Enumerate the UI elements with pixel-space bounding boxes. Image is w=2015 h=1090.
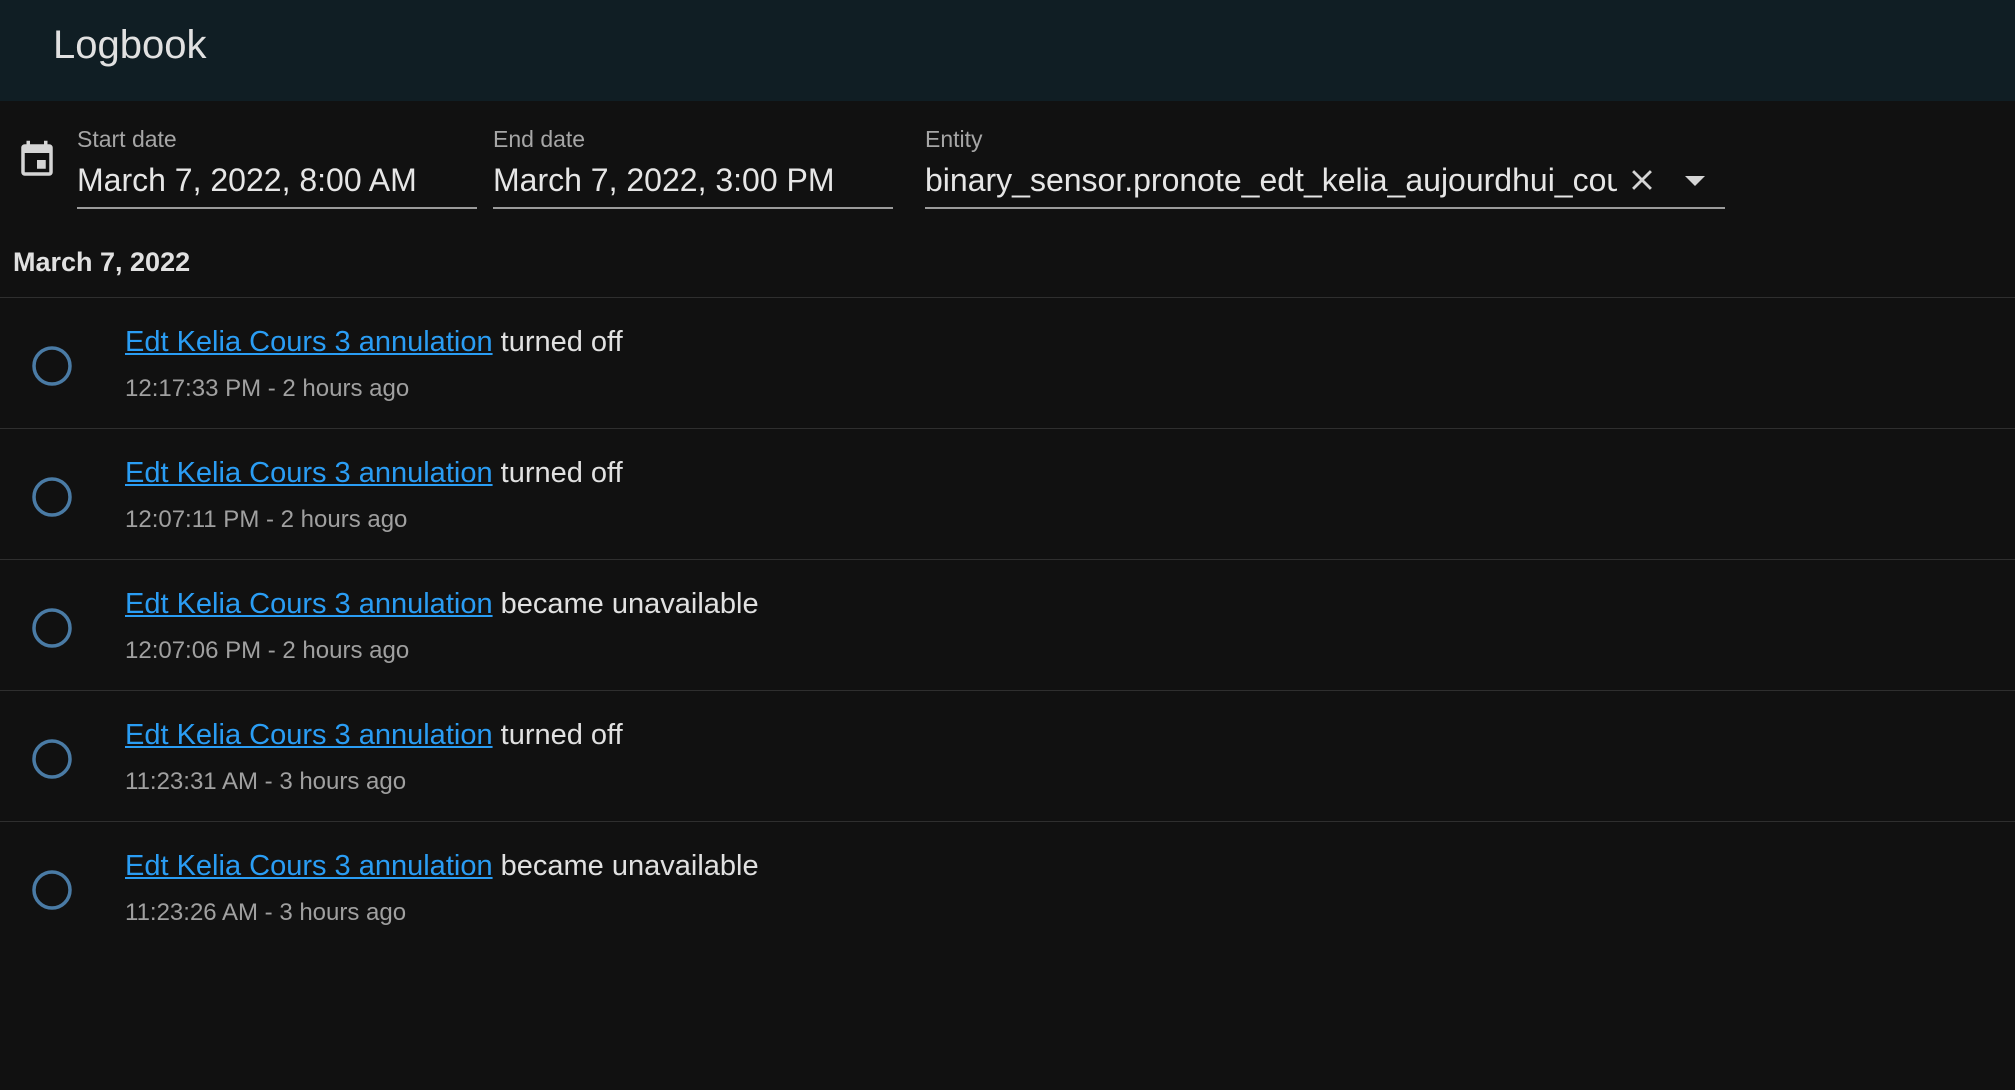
entry-action: became unavailable [500,588,759,620]
logbook-page: Logbook Start date March 7, 2022, 8:00 A… [0,0,2015,1090]
end-date-value[interactable]: March 7, 2022, 3:00 PM [493,160,835,200]
entity-link[interactable]: Edt Kelia Cours 3 annulation [125,719,493,751]
entry-action: became unavailable [500,850,759,882]
entity-link[interactable]: Edt Kelia Cours 3 annulation [125,457,493,489]
logbook-entry: Edt Kelia Cours 3 annulation became unav… [0,821,2015,952]
entry-action: turned off [500,719,623,751]
entity-input[interactable]: binary_sensor.pronote_edt_kelia_aujourdh… [925,160,1617,200]
start-date-label: Start date [77,126,177,152]
entity-label: Entity [925,126,983,152]
entry-time: 11:23:26 AM - 3 hours ago [125,899,407,926]
entry-time: 11:23:31 AM - 3 hours ago [125,768,407,795]
circle-outline-icon [32,608,72,648]
circle-outline-icon [32,346,72,386]
entity-link[interactable]: Edt Kelia Cours 3 annulation [125,850,493,882]
logbook-entry: Edt Kelia Cours 3 annulation turned off … [0,690,2015,821]
close-icon[interactable] [1625,163,1659,197]
end-date-field[interactable]: End date March 7, 2022, 3:00 PM [493,101,893,209]
entry-action: turned off [500,326,623,358]
app-header: Logbook [0,0,2015,101]
date-heading: March 7, 2022 [13,247,191,277]
circle-outline-icon [32,870,72,910]
circle-outline-icon [32,739,72,779]
entity-link[interactable]: Edt Kelia Cours 3 annulation [125,588,493,620]
logbook-entry: Edt Kelia Cours 3 annulation became unav… [0,559,2015,690]
logbook-entry: Edt Kelia Cours 3 annulation turned off … [0,297,2015,428]
circle-outline-icon [32,477,72,517]
filter-bar: Start date March 7, 2022, 8:00 AM End da… [0,101,2015,211]
menu-down-icon[interactable] [1682,171,1708,191]
entry-action: turned off [500,457,623,489]
entry-time: 12:07:11 PM - 2 hours ago [125,506,408,533]
entity-picker[interactable]: Entity binary_sensor.pronote_edt_kelia_a… [925,101,1725,209]
logbook-entry: Edt Kelia Cours 3 annulation turned off … [0,428,2015,559]
logbook-entries: Edt Kelia Cours 3 annulation turned off … [0,297,2015,952]
entry-time: 12:17:33 PM - 2 hours ago [125,375,410,402]
start-date-value[interactable]: March 7, 2022, 8:00 AM [77,160,417,200]
page-title: Logbook [53,23,207,67]
entity-link[interactable]: Edt Kelia Cours 3 annulation [125,326,493,358]
calendar-icon[interactable] [16,139,58,181]
end-date-label: End date [493,126,586,152]
entry-time: 12:07:06 PM - 2 hours ago [125,637,410,664]
start-date-field[interactable]: Start date March 7, 2022, 8:00 AM [77,101,477,209]
